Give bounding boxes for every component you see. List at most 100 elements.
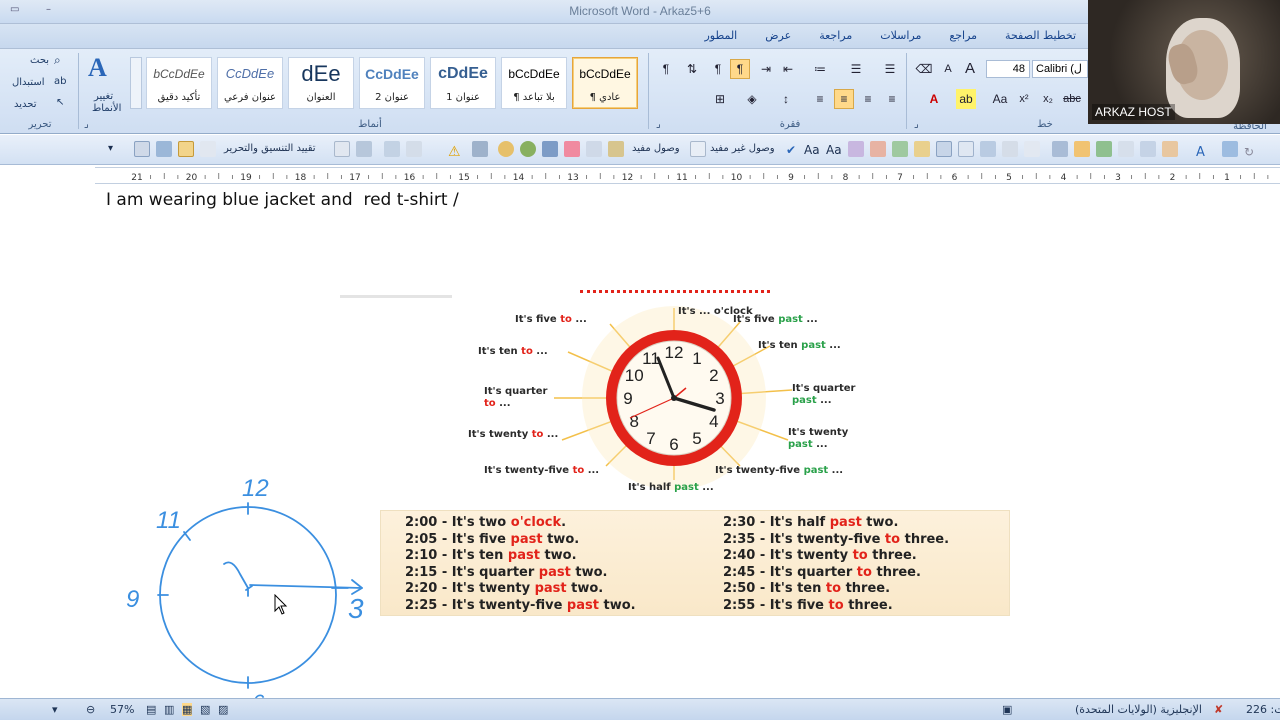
toolbar-tool-icon[interactable]: [472, 141, 488, 157]
toolbar-tool-icon[interactable]: [1096, 141, 1112, 157]
toolbar-tool-icon[interactable]: [200, 141, 216, 157]
ltr-icon[interactable]: ¶: [708, 59, 728, 79]
highlight-icon[interactable]: ab: [956, 89, 976, 109]
font-icon[interactable]: Aa: [826, 143, 842, 157]
zoom-slider-handle-icon[interactable]: ▾: [52, 703, 58, 716]
toolbar-tool-icon[interactable]: [1118, 141, 1134, 157]
style-heading-2[interactable]: CcDdEe عنوان 2: [359, 57, 425, 109]
grow-font-icon[interactable]: A: [960, 59, 980, 79]
redo-icon[interactable]: ↻: [1244, 141, 1260, 159]
multilevel-list-icon[interactable]: ≔: [810, 59, 830, 79]
toolbar-tool-icon[interactable]: [542, 141, 558, 157]
view-outline-icon[interactable]: ▧: [200, 703, 210, 716]
borders-icon[interactable]: ⊞: [710, 89, 730, 109]
style-no-spacing[interactable]: bCcDdEe ¶ بلا تباعد: [501, 57, 567, 109]
toolbar-tool-icon[interactable]: [1002, 141, 1018, 157]
style-title[interactable]: dEe العنوان: [288, 57, 354, 109]
clear-formatting-icon[interactable]: ⌫: [914, 59, 934, 79]
shading-icon[interactable]: ◈: [742, 89, 762, 109]
view-print-layout-icon[interactable]: ▤: [146, 703, 156, 716]
increase-indent-icon[interactable]: ⇥: [756, 59, 776, 79]
toolbar-tool-icon[interactable]: [1140, 141, 1156, 157]
tab-review[interactable]: مراجعة: [805, 24, 866, 48]
decrease-indent-icon[interactable]: ⇤: [778, 59, 798, 79]
toolbar-tool-icon[interactable]: [134, 141, 150, 157]
warning-icon[interactable]: ⚠: [448, 141, 464, 160]
checkmark-icon[interactable]: ✔: [786, 143, 796, 157]
tab-mailings[interactable]: مراسلات: [866, 24, 935, 48]
font-size-select[interactable]: 48: [986, 60, 1030, 78]
toolbar-tool-icon[interactable]: [564, 141, 580, 157]
toolbar-options-icon[interactable]: ▾: [108, 143, 113, 154]
toolbar-tool-icon[interactable]: [1024, 141, 1040, 157]
toolbar-tool-icon[interactable]: [384, 141, 400, 157]
view-draft-icon[interactable]: ▨: [218, 703, 228, 716]
show-marks-icon[interactable]: ¶: [656, 59, 676, 79]
style-heading-1[interactable]: cDdEe عنوان 1: [430, 57, 496, 109]
tab-view[interactable]: عرض: [751, 24, 805, 48]
view-full-screen-icon[interactable]: ▥: [164, 703, 174, 716]
macro-record-icon[interactable]: ▣: [1002, 703, 1012, 716]
language-indicator[interactable]: الإنجليزية (الولايات المتحدة): [1075, 703, 1202, 716]
toolbar-tool-icon[interactable]: [608, 141, 624, 157]
page-indicator[interactable]: 226 :ت: [1246, 703, 1280, 716]
checkbox-icon[interactable]: [334, 141, 350, 157]
numbering-icon[interactable]: ☰: [846, 59, 866, 79]
toolbar-tool-icon[interactable]: [848, 141, 864, 157]
change-styles-label-2[interactable]: الأنماط: [92, 103, 121, 114]
toolbar-tool-icon[interactable]: [520, 141, 536, 157]
change-case-button[interactable]: Aa: [990, 89, 1010, 109]
zoom-out-icon[interactable]: ⊖: [86, 703, 95, 716]
tab-developer[interactable]: المطور: [690, 24, 751, 48]
toolbar-tool-icon[interactable]: [586, 141, 602, 157]
not-useful-link-button[interactable]: وصول غير مفيد: [710, 143, 775, 154]
sort-icon[interactable]: ⇅: [682, 59, 702, 79]
toolbar-tool-icon[interactable]: [1162, 141, 1178, 157]
useful-link-button[interactable]: وصول مفيد: [632, 143, 680, 154]
line-spacing-icon[interactable]: ↕: [776, 89, 796, 109]
justify-icon[interactable]: ≡: [810, 89, 830, 109]
align-center-icon[interactable]: ≡: [858, 89, 878, 109]
toolbar-tool-icon[interactable]: [1222, 141, 1238, 157]
toolbar-tool-icon[interactable]: [980, 141, 996, 157]
font-name-select[interactable]: Calibri (ل: [1032, 60, 1088, 78]
style-normal[interactable]: bCcDdEe ¶ عادي: [572, 57, 638, 109]
view-web-layout-icon[interactable]: ▦: [182, 703, 193, 716]
strikethrough-button[interactable]: abc: [1062, 89, 1082, 109]
find-button[interactable]: بحث: [30, 55, 49, 66]
toolbar-tool-icon[interactable]: [958, 141, 974, 157]
change-case-small-button[interactable]: Aa: [804, 143, 820, 157]
shrink-font-icon[interactable]: A: [938, 59, 958, 79]
font-dialog-launcher-icon[interactable]: ⌟: [914, 119, 919, 130]
document-line-1[interactable]: I am wearing blue jacket and red t-shirt…: [106, 190, 459, 210]
align-left-icon[interactable]: ≡: [882, 89, 902, 109]
style-subtitle[interactable]: CcDdEe عنوان فرعي: [217, 57, 283, 109]
toolbar-tool-icon[interactable]: [178, 141, 194, 157]
align-right-icon[interactable]: ≡: [834, 89, 854, 109]
text-direction-icon[interactable]: A: [1196, 141, 1212, 160]
toolbar-tool-icon[interactable]: [1052, 141, 1068, 157]
select-button[interactable]: تحديد: [14, 99, 37, 110]
subscript-button[interactable]: x₂: [1038, 89, 1058, 109]
toolbar-tool-icon[interactable]: [914, 141, 930, 157]
restrict-editing-button[interactable]: تقييد التنسيق والتحرير: [224, 143, 316, 154]
toolbar-tool-icon[interactable]: [356, 141, 372, 157]
toolbar-tool-icon[interactable]: [936, 141, 952, 157]
horizontal-ruler[interactable]: 21 20 19 18 17 16 15 14 13 12 11 10 9 8 7 6 5 4 3 2 1: [95, 167, 1280, 184]
toolbar-tool-icon[interactable]: [870, 141, 886, 157]
bullets-icon[interactable]: ☰: [880, 59, 900, 79]
superscript-button[interactable]: x²: [1014, 89, 1034, 109]
replace-button[interactable]: استبدال: [12, 77, 45, 88]
toolbar-tool-icon[interactable]: [498, 141, 514, 157]
toolbar-tool-icon[interactable]: [156, 141, 172, 157]
proofing-error-icon[interactable]: ✘: [1214, 703, 1223, 716]
toolbar-tool-icon[interactable]: [892, 141, 908, 157]
zoom-level[interactable]: 57%: [110, 703, 134, 716]
rtl-icon[interactable]: ¶: [730, 59, 750, 79]
tab-references[interactable]: مراجع: [935, 24, 991, 48]
paragraph-dialog-launcher-icon[interactable]: ⌟: [656, 119, 661, 130]
toolbar-tool-icon[interactable]: [1074, 141, 1090, 157]
change-styles-label-1[interactable]: تغيير: [94, 91, 113, 102]
styles-dialog-launcher-icon[interactable]: ⌟: [84, 119, 89, 130]
toolbar-tool-icon[interactable]: [406, 141, 422, 157]
